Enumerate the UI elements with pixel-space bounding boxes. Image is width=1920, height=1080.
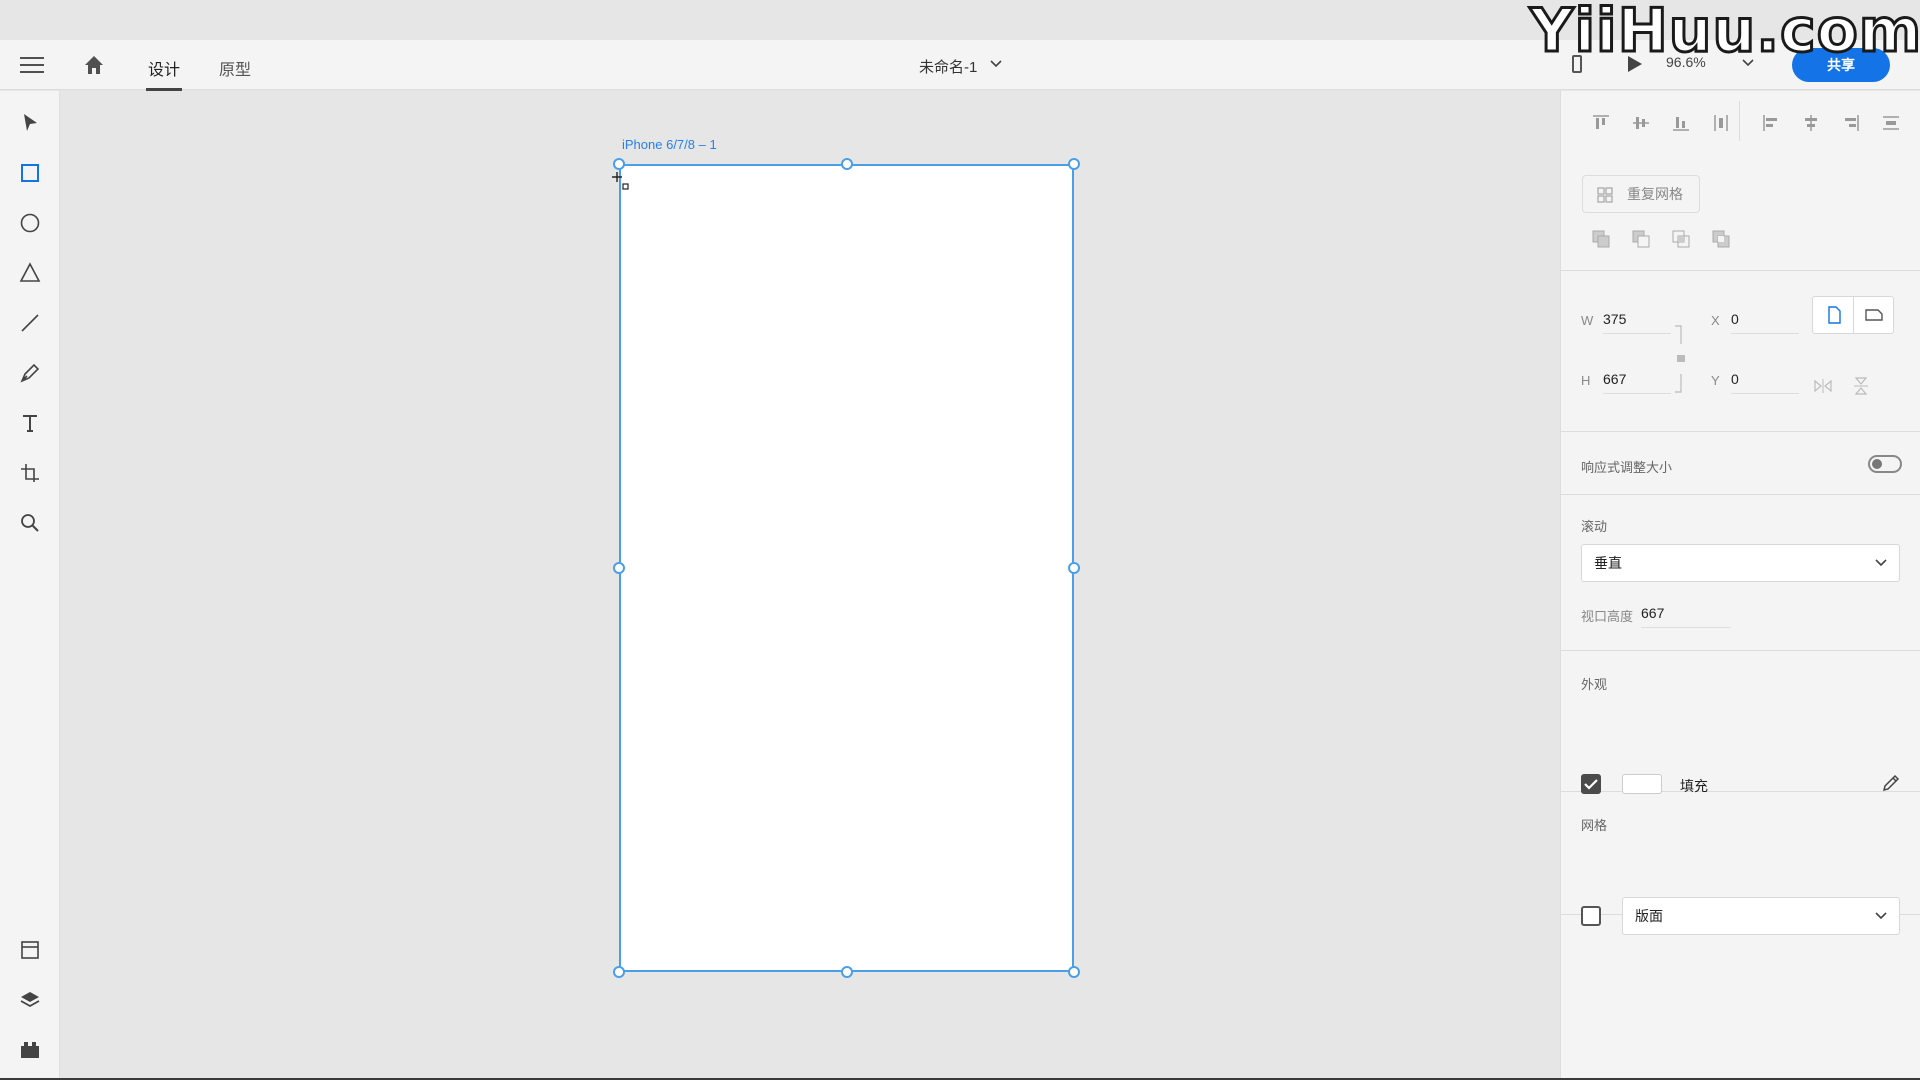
resize-handle-right[interactable] [1068, 562, 1080, 574]
x-input[interactable]: 0 [1731, 311, 1799, 334]
tab-prototype[interactable]: 原型 [219, 56, 251, 80]
distribute-vertical-icon[interactable] [1711, 113, 1731, 133]
viewport-height-label: 视口高度 [1581, 609, 1634, 624]
chevron-down-icon[interactable] [990, 59, 1002, 69]
property-inspector: 重复网格 W 375 H 667 X 0 Y 0 响应式调整大小 滚动 垂直 视… [1560, 91, 1920, 1078]
resize-handle-top[interactable] [841, 158, 853, 170]
grid-type-dropdown[interactable]: 版面 [1622, 897, 1900, 935]
home-icon[interactable] [82, 53, 106, 77]
responsive-section: 响应式调整大小 [1561, 433, 1920, 495]
resize-handle-top-left[interactable] [613, 158, 625, 170]
resize-handle-top-right[interactable] [1068, 158, 1080, 170]
artboard[interactable] [619, 164, 1074, 972]
repeat-grid-label: 重复网格 [1627, 186, 1683, 202]
align-middle-icon[interactable] [1631, 113, 1651, 133]
artboard-label[interactable]: iPhone 6/7/8 – 1 [622, 137, 717, 152]
align-bottom-icon[interactable] [1671, 113, 1691, 133]
align-section: 重复网格 [1561, 91, 1920, 271]
chevron-down-icon [1875, 559, 1887, 567]
width-label: W [1581, 313, 1594, 328]
height-input[interactable]: 667 [1603, 371, 1671, 394]
plugins-icon[interactable] [18, 1038, 42, 1062]
divider [1853, 297, 1854, 333]
select-arrow-icon[interactable] [18, 111, 42, 135]
align-right-icon[interactable] [1841, 113, 1861, 133]
portrait-icon[interactable] [1825, 306, 1843, 324]
repeat-grid-button[interactable]: 重复网格 [1582, 175, 1700, 213]
grid-checkbox[interactable] [1581, 906, 1601, 926]
flip-vertical-icon[interactable] [1853, 376, 1869, 396]
align-left-icon[interactable] [1761, 113, 1781, 133]
zoom-icon[interactable] [18, 511, 42, 535]
menu-icon[interactable] [20, 54, 44, 74]
y-input[interactable]: 0 [1731, 371, 1799, 394]
align-center-icon[interactable] [1801, 113, 1821, 133]
fill-color-swatch[interactable] [1622, 774, 1662, 794]
viewport-height-input[interactable]: 667 [1641, 605, 1731, 628]
line-icon[interactable] [18, 311, 42, 335]
eyedropper-icon[interactable] [1881, 773, 1901, 793]
ellipse-icon[interactable] [18, 211, 42, 235]
resize-handle-left[interactable] [613, 562, 625, 574]
height-label: H [1581, 373, 1591, 388]
tab-design[interactable]: 设计 [145, 56, 183, 91]
responsive-resize-label: 响应式调整大小 [1581, 460, 1673, 475]
y-label: Y [1711, 373, 1720, 388]
rectangle-icon[interactable] [18, 161, 42, 185]
flip-horizontal-icon[interactable] [1813, 378, 1833, 394]
boolean-intersect-icon[interactable] [1671, 229, 1691, 249]
landscape-icon[interactable] [1865, 306, 1883, 324]
grid-title: 网格 [1581, 818, 1608, 833]
document-title[interactable]: 未命名-1 [919, 56, 977, 77]
divider [1739, 101, 1740, 141]
fill-checkbox[interactable] [1581, 774, 1601, 794]
crosshair-cursor-icon [612, 172, 629, 190]
boolean-exclude-icon[interactable] [1711, 229, 1731, 249]
scroll-dropdown[interactable]: 垂直 [1581, 544, 1900, 582]
appearance-title: 外观 [1581, 677, 1608, 692]
resize-handle-bottom-left[interactable] [613, 966, 625, 978]
transform-section: W 375 H 667 X 0 Y 0 [1561, 272, 1920, 432]
grid-type-value: 版面 [1635, 908, 1663, 924]
lock-aspect-icon[interactable] [1673, 324, 1687, 394]
artboard-icon[interactable] [18, 461, 42, 485]
width-input[interactable]: 375 [1603, 311, 1671, 334]
scroll-title: 滚动 [1581, 519, 1608, 534]
scroll-value: 垂直 [1594, 555, 1622, 571]
polygon-icon[interactable] [18, 261, 42, 285]
pen-icon[interactable] [18, 361, 42, 385]
layers-icon[interactable] [18, 988, 42, 1012]
appearance-section: 外观 [1561, 652, 1920, 792]
text-icon[interactable] [18, 411, 42, 435]
distribute-horizontal-icon[interactable] [1881, 113, 1901, 133]
checkmark-icon [1584, 779, 1598, 790]
watermark: YiiHuu.com [1528, 0, 1920, 68]
orientation-toggle [1812, 296, 1894, 334]
left-toolbar [0, 91, 60, 1078]
grid-icon [1597, 187, 1613, 203]
responsive-resize-toggle[interactable] [1868, 455, 1902, 473]
boolean-add-icon[interactable] [1591, 229, 1611, 249]
resize-handle-bottom-right[interactable] [1068, 966, 1080, 978]
scroll-section: 滚动 垂直 视口高度 667 [1561, 496, 1920, 651]
align-top-icon[interactable] [1591, 113, 1611, 133]
assets-icon[interactable] [18, 938, 42, 962]
chevron-down-icon [1875, 912, 1887, 920]
boolean-subtract-icon[interactable] [1631, 229, 1651, 249]
resize-handle-bottom[interactable] [841, 966, 853, 978]
x-label: X [1711, 313, 1720, 328]
